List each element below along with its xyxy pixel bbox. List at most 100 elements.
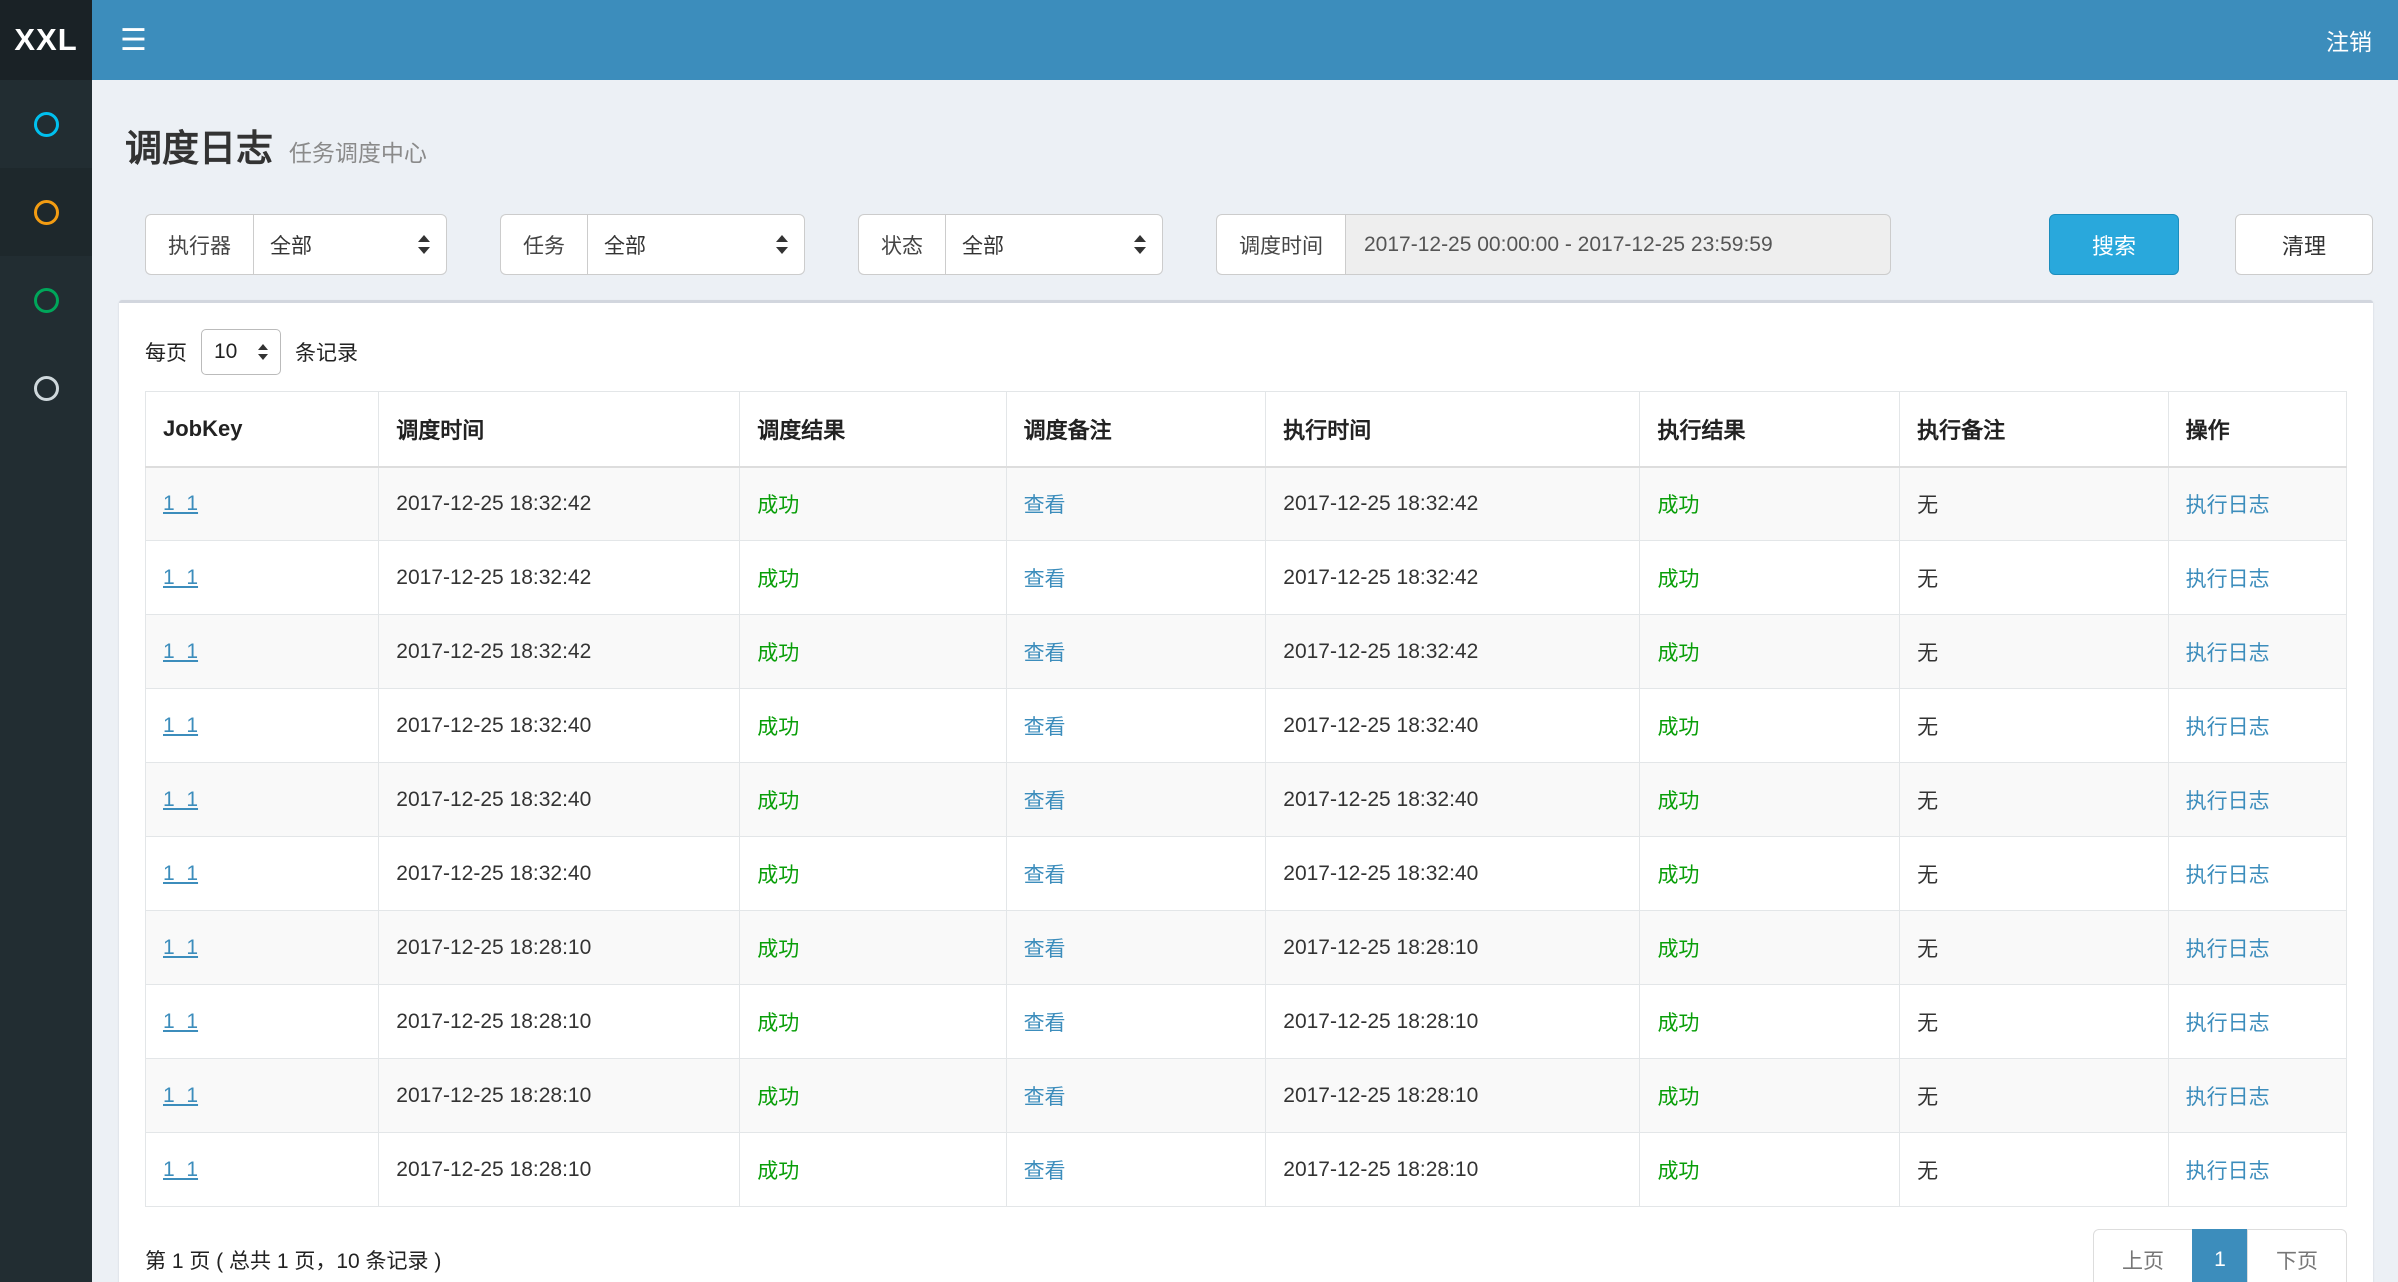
trigger-time-label: 调度时间: [1216, 214, 1345, 275]
exec-remark-cell: 无: [1900, 911, 2169, 985]
trigger-remark-link[interactable]: 查看: [1024, 568, 1066, 591]
table-row: 1_1 2017-12-25 18:32:42 成功 查看 2017-12-25…: [146, 541, 2347, 615]
pagination: 上页 1 下页: [2093, 1229, 2347, 1282]
select-arrows-icon: [1122, 235, 1146, 254]
next-page-button[interactable]: 下页: [2247, 1229, 2347, 1282]
table-row: 1_1 2017-12-25 18:28:10 成功 查看 2017-12-25…: [146, 911, 2347, 985]
exec-result-cell: 成功: [1640, 1059, 1900, 1133]
exec-log-link[interactable]: 执行日志: [2186, 1012, 2270, 1035]
executor-select[interactable]: 全部: [253, 214, 447, 275]
action-cell: 执行日志: [2168, 1059, 2346, 1133]
jobkey-cell: 1_1: [146, 467, 379, 541]
jobkey-link[interactable]: 1_1: [163, 714, 198, 737]
app-logo[interactable]: XXL: [0, 0, 92, 80]
trigger-remark-cell: 查看: [1006, 615, 1266, 689]
exec-result-badge: 成功: [1657, 1012, 1699, 1035]
exec-remark-cell: 无: [1900, 541, 2169, 615]
trigger-remark-link[interactable]: 查看: [1024, 1012, 1066, 1035]
trigger-remark-link[interactable]: 查看: [1024, 642, 1066, 665]
page-title: 调度日志: [125, 128, 273, 169]
jobkey-link[interactable]: 1_1: [163, 936, 198, 959]
trigger-remark-link[interactable]: 查看: [1024, 1160, 1066, 1183]
jobkey-cell: 1_1: [146, 1133, 379, 1207]
clear-button[interactable]: 清理: [2235, 214, 2373, 275]
trigger-remark-link[interactable]: 查看: [1024, 938, 1066, 961]
trigger-remark-link[interactable]: 查看: [1024, 790, 1066, 813]
jobkey-link[interactable]: 1_1: [163, 788, 198, 811]
exec-log-link[interactable]: 执行日志: [2186, 864, 2270, 887]
exec-remark-cell: 无: [1900, 763, 2169, 837]
page-size-select[interactable]: 10: [201, 329, 281, 375]
executor-filter-label: 执行器: [145, 214, 253, 275]
job-filter-label: 任务: [500, 214, 587, 275]
trigger-remark-cell: 查看: [1006, 467, 1266, 541]
executor-select-value: 全部: [270, 230, 312, 260]
jobkey-link[interactable]: 1_1: [163, 492, 198, 515]
trigger-result-cell: 成功: [740, 763, 1006, 837]
log-table: JobKey调度时间调度结果调度备注执行时间执行结果执行备注操作 1_1 201…: [145, 391, 2347, 1207]
log-table-body: 1_1 2017-12-25 18:32:42 成功 查看 2017-12-25…: [146, 467, 2347, 1207]
action-cell: 执行日志: [2168, 615, 2346, 689]
exec-remark-cell: 无: [1900, 1133, 2169, 1207]
sidebar-item-executor-manage[interactable]: [0, 344, 92, 432]
job-select[interactable]: 全部: [587, 214, 805, 275]
log-table-panel: 每页 10 条记录 JobKey调度时间调度结果调度备注执行时间执行结果执行备注…: [119, 300, 2373, 1282]
trigger-result-badge: 成功: [757, 790, 799, 813]
hamburger-icon: ☰: [120, 23, 147, 58]
action-cell: 执行日志: [2168, 911, 2346, 985]
trigger-remark-link[interactable]: 查看: [1024, 716, 1066, 739]
exec-time-cell: 2017-12-25 18:32:42: [1266, 467, 1640, 541]
exec-log-link[interactable]: 执行日志: [2186, 716, 2270, 739]
status-select[interactable]: 全部: [945, 214, 1163, 275]
trigger-time-input[interactable]: 2017-12-25 00:00:00 - 2017-12-25 23:59:5…: [1345, 214, 1891, 275]
jobkey-link[interactable]: 1_1: [163, 862, 198, 885]
exec-result-cell: 成功: [1640, 689, 1900, 763]
trigger-remark-link[interactable]: 查看: [1024, 864, 1066, 887]
sidebar-item-job-manage[interactable]: [0, 168, 92, 256]
exec-result-cell: 成功: [1640, 615, 1900, 689]
sidebar-item-job-log[interactable]: [0, 256, 92, 344]
exec-log-link[interactable]: 执行日志: [2186, 568, 2270, 591]
sidebar-toggle-button[interactable]: ☰: [92, 0, 175, 80]
exec-log-link[interactable]: 执行日志: [2186, 1160, 2270, 1183]
exec-result-cell: 成功: [1640, 837, 1900, 911]
jobkey-link[interactable]: 1_1: [163, 566, 198, 589]
job-select-value: 全部: [604, 230, 646, 260]
page-subtitle: 任务调度中心: [289, 140, 427, 166]
exec-log-link[interactable]: 执行日志: [2186, 494, 2270, 517]
jobkey-link[interactable]: 1_1: [163, 1010, 198, 1033]
filter-bar: 执行器 全部 任务 全部 状态 全部 调度时间 2017-12-25 00:00…: [119, 214, 2373, 275]
trigger-remark-link[interactable]: 查看: [1024, 1086, 1066, 1109]
exec-log-link[interactable]: 执行日志: [2186, 938, 2270, 961]
job-log-icon: [34, 288, 59, 313]
table-row: 1_1 2017-12-25 18:28:10 成功 查看 2017-12-25…: [146, 1059, 2347, 1133]
exec-time-cell: 2017-12-25 18:32:42: [1266, 541, 1640, 615]
logout-button[interactable]: 注销: [2300, 0, 2398, 80]
jobkey-link[interactable]: 1_1: [163, 640, 198, 663]
sidebar-menu: [0, 80, 92, 1282]
page-header: 调度日志 任务调度中心: [125, 118, 2373, 172]
exec-remark-cell: 无: [1900, 615, 2169, 689]
current-page-button[interactable]: 1: [2192, 1229, 2248, 1282]
exec-log-link[interactable]: 执行日志: [2186, 642, 2270, 665]
page-size-value: 10: [214, 340, 237, 364]
search-button[interactable]: 搜索: [2049, 214, 2179, 275]
trigger-remark-cell: 查看: [1006, 837, 1266, 911]
sidebar-item-dashboard[interactable]: [0, 80, 92, 168]
prev-page-button[interactable]: 上页: [2093, 1229, 2193, 1282]
jobkey-link[interactable]: 1_1: [163, 1158, 198, 1181]
select-arrows-icon: [764, 235, 788, 254]
column-header: 执行时间: [1266, 392, 1640, 467]
trigger-time-cell: 2017-12-25 18:32:40: [379, 763, 740, 837]
jobkey-link[interactable]: 1_1: [163, 1084, 198, 1107]
trigger-result-badge: 成功: [757, 938, 799, 961]
trigger-result-badge: 成功: [757, 642, 799, 665]
exec-result-cell: 成功: [1640, 541, 1900, 615]
exec-log-link[interactable]: 执行日志: [2186, 1086, 2270, 1109]
pagination-summary: 第 1 页 ( 总共 1 页，10 条记录 ): [145, 1245, 441, 1275]
table-row: 1_1 2017-12-25 18:32:40 成功 查看 2017-12-25…: [146, 689, 2347, 763]
trigger-remark-link[interactable]: 查看: [1024, 494, 1066, 517]
status-select-value: 全部: [962, 230, 1004, 260]
trigger-result-badge: 成功: [757, 1086, 799, 1109]
exec-log-link[interactable]: 执行日志: [2186, 790, 2270, 813]
